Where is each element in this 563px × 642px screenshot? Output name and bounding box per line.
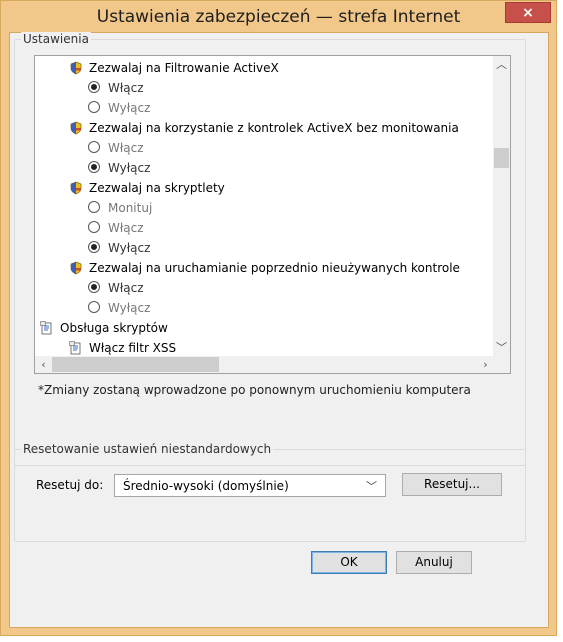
- window-title: Ustawienia zabezpieczeń — strefa Interne…: [96, 7, 461, 27]
- shield-icon: [69, 61, 83, 75]
- radio-checked-icon[interactable]: [88, 161, 100, 173]
- script-settings-icon: [69, 341, 83, 355]
- setting-label: Włącz filtr XSS: [89, 341, 177, 355]
- radio-unchecked-icon[interactable]: [88, 201, 100, 213]
- reset-group-label: Resetowanie ustawień niestandardowych: [21, 442, 274, 456]
- setting-label: Wyłącz: [108, 241, 151, 255]
- restart-note: *Zmiany zostaną wprowadzone po ponownym …: [38, 383, 471, 397]
- setting-label: Wyłącz: [108, 101, 151, 115]
- settings-group-label: Ustawienia: [21, 32, 91, 46]
- horizontal-scrollbar[interactable]: ‹ ›: [35, 356, 494, 373]
- shield-icon: [69, 121, 83, 135]
- close-button[interactable]: ×: [505, 2, 551, 23]
- chevron-down-icon: ﹀: [366, 480, 377, 493]
- setting-label: Zezwalaj na skryptlety: [89, 181, 225, 195]
- radio-unchecked-icon[interactable]: [88, 221, 100, 233]
- setting-label: Wyłącz: [108, 301, 151, 315]
- setting-label: Włącz: [108, 221, 144, 235]
- setting-label: Zezwalaj na Filtrowanie ActiveX: [89, 61, 279, 75]
- setting-label: Zezwalaj na korzystanie z kontrolek Acti…: [89, 121, 459, 135]
- script-settings-icon: [40, 321, 54, 335]
- shield-icon: [69, 261, 83, 275]
- ok-button[interactable]: OK: [311, 551, 387, 574]
- radio-unchecked-icon[interactable]: [88, 301, 100, 313]
- reset-level-value: Średnio-wysoki (domyślnie): [123, 479, 289, 493]
- radio-unchecked-icon[interactable]: [88, 141, 100, 153]
- cancel-button[interactable]: Anuluj: [396, 551, 472, 574]
- horizontal-scroll-thumb[interactable]: [52, 357, 219, 372]
- setting-label: Włącz: [108, 281, 144, 295]
- reset-level-select[interactable]: Średnio-wysoki (domyślnie) ﹀: [114, 474, 386, 497]
- title-bar[interactable]: Ustawienia zabezpieczeń — strefa Interne…: [1, 1, 556, 31]
- settings-list[interactable]: Zezwalaj na Filtrowanie ActiveX Włącz Wyłą…: [34, 55, 511, 374]
- reset-button[interactable]: Resetuj...: [402, 473, 502, 496]
- scroll-down-icon[interactable]: ﹀: [493, 339, 510, 356]
- setting-label: Wyłącz: [108, 161, 151, 175]
- scroll-right-icon[interactable]: ›: [477, 356, 494, 373]
- setting-label: Włącz: [108, 141, 144, 155]
- vertical-scrollbar[interactable]: ︿ ﹀: [493, 56, 510, 356]
- radio-checked-icon[interactable]: [88, 81, 100, 93]
- radio-checked-icon[interactable]: [88, 241, 100, 253]
- scroll-left-icon[interactable]: ‹: [35, 356, 52, 373]
- close-icon: ×: [522, 5, 534, 21]
- scroll-up-icon[interactable]: ︿: [493, 56, 510, 73]
- setting-label: Obsługa skryptów: [60, 321, 168, 335]
- reset-to-label: Resetuj do:: [36, 478, 104, 492]
- settings-list-content: Zezwalaj na Filtrowanie ActiveX Włącz Wyłą…: [35, 56, 494, 356]
- vertical-scroll-thumb[interactable]: [494, 148, 509, 168]
- radio-checked-icon[interactable]: [88, 281, 100, 293]
- setting-label: Zezwalaj na uruchamianie poprzednio nieu…: [89, 261, 460, 275]
- shield-icon: [69, 181, 83, 195]
- setting-label: Włącz: [108, 81, 144, 95]
- radio-unchecked-icon[interactable]: [88, 101, 100, 113]
- scroll-corner: [493, 356, 510, 373]
- setting-label: Monituj: [108, 201, 153, 215]
